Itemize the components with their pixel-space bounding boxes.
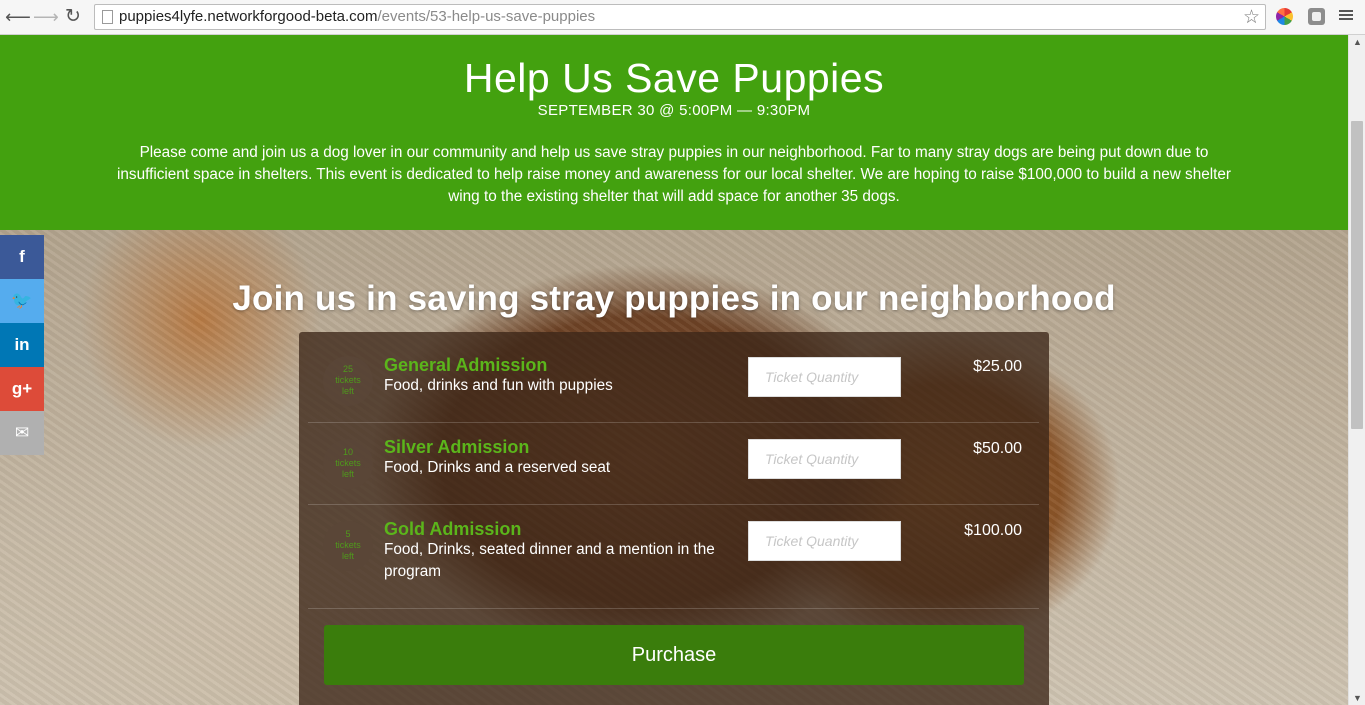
bookmark-star-icon[interactable]: ☆ <box>1243 6 1260 29</box>
url-text[interactable]: puppies4lyfe.networkforgood-beta.com/eve… <box>119 8 595 25</box>
ticket-description: Food, Drinks and a reserved seat <box>384 459 611 476</box>
page-heading: Join us in saving stray puppies in our n… <box>232 279 1116 318</box>
page-content: Help Us Save Puppies SEPTEMBER 30 @ 5:00… <box>0 35 1348 705</box>
ticket-price: $25.00 <box>973 358 1022 375</box>
event-description: Please come and join us a dog lover in o… <box>117 144 1231 205</box>
tickets-left-count: 25 <box>342 364 353 374</box>
ticket-description: Food, Drinks, seated dinner and a mentio… <box>384 541 715 580</box>
googleplus-share-icon[interactable]: g+ <box>0 367 44 411</box>
linkedin-share-icon[interactable]: in <box>0 323 44 367</box>
facebook-share-icon[interactable]: f <box>0 235 44 279</box>
ticket-price: $50.00 <box>973 440 1022 457</box>
ticket-quantity-input[interactable] <box>748 357 901 397</box>
ticket-panel: 25 tickets left General Admission Food, … <box>299 332 1049 705</box>
ticket-description: Food, drinks and fun with puppies <box>384 377 613 394</box>
forward-arrow-icon[interactable]: ⟶ <box>33 6 59 28</box>
scroll-down-arrow-icon[interactable]: ▼ <box>1353 693 1362 703</box>
scroll-up-arrow-icon[interactable]: ▲ <box>1353 37 1362 47</box>
scrollbar-thumb[interactable] <box>1351 121 1363 429</box>
extension-icon[interactable] <box>1308 8 1325 25</box>
email-share-icon[interactable]: ✉ <box>0 411 44 455</box>
reload-icon[interactable]: ↻ <box>62 6 84 28</box>
ticket-name: Gold Admission <box>384 519 522 539</box>
social-share-bar: f 🐦 in g+ ✉ <box>0 235 44 455</box>
browser-menu-icon[interactable] <box>1339 8 1353 22</box>
ticket-name: General Admission <box>384 355 548 375</box>
tickets-left-label: tickets <box>335 458 361 468</box>
ticket-row-gold: 5 tickets left Gold Admission Food, Drin… <box>308 505 1039 609</box>
ticket-price: $100.00 <box>964 522 1022 539</box>
tickets-left-badge: 25 tickets left <box>323 356 373 406</box>
event-header: Help Us Save Puppies SEPTEMBER 30 @ 5:00… <box>0 35 1348 230</box>
tickets-left-count: 5 <box>345 529 351 539</box>
ticket-row-silver: 10 tickets left Silver Admission Food, D… <box>308 423 1039 505</box>
purchase-button[interactable]: Purchase <box>324 625 1024 685</box>
ticket-quantity-input[interactable] <box>748 521 901 561</box>
tickets-left-badge: 10 tickets left <box>323 439 373 489</box>
tickets-left-badge: 5 tickets left <box>323 521 373 571</box>
twitter-share-icon[interactable]: 🐦 <box>0 279 44 323</box>
event-date: SEPTEMBER 30 @ 5:00PM — 9:30PM <box>537 102 811 119</box>
address-bar[interactable]: puppies4lyfe.networkforgood-beta.com/eve… <box>94 4 1266 30</box>
back-arrow-icon[interactable]: ⟵ <box>5 6 31 28</box>
tickets-left-count: 10 <box>342 447 353 457</box>
color-extension-icon[interactable] <box>1276 8 1293 25</box>
tickets-left-label: tickets <box>335 375 361 385</box>
tickets-left-suffix: left <box>341 386 354 396</box>
browser-toolbar: ⟵ ⟶ ↻ puppies4lyfe.networkforgood-beta.c… <box>0 0 1365 35</box>
ticket-name: Silver Admission <box>384 437 530 457</box>
tickets-left-label: tickets <box>335 540 361 550</box>
event-title: Help Us Save Puppies <box>463 55 885 101</box>
page-icon <box>102 10 113 24</box>
ticket-quantity-input[interactable] <box>748 439 901 479</box>
url-host: puppies4lyfe.networkforgood-beta.com <box>119 8 378 25</box>
tickets-left-suffix: left <box>341 551 354 561</box>
ticket-row-general: 25 tickets left General Admission Food, … <box>308 332 1039 423</box>
tickets-left-suffix: left <box>341 469 354 479</box>
url-path: /events/53-help-us-save-puppies <box>377 8 596 25</box>
page-scrollbar[interactable]: ▲ ▼ <box>1348 35 1365 705</box>
